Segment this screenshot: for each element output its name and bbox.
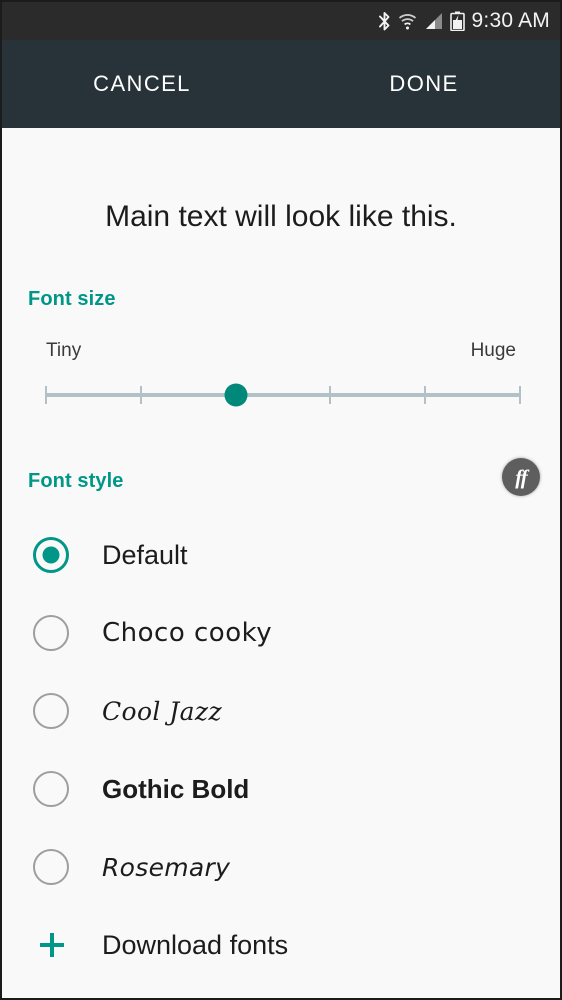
wifi-icon (398, 13, 416, 29)
flipfont-badge-label: ff (515, 464, 528, 489)
done-button[interactable]: DONE (375, 61, 472, 107)
font-style-section-label: Font style (28, 470, 124, 492)
status-bar: 9:30 AM (2, 2, 560, 40)
font-option-row[interactable]: Cool Jazz (2, 672, 560, 750)
plus-icon (40, 933, 64, 957)
slider-end-labels: Tiny Huge (46, 340, 516, 362)
cancel-button[interactable]: CANCEL (79, 61, 205, 107)
radio-button[interactable] (33, 849, 69, 885)
battery-icon (449, 11, 465, 31)
font-option-label: Gothic Bold (102, 773, 250, 804)
download-fonts-row[interactable]: Download fonts (2, 906, 560, 984)
settings-content: Main text will look like this. Font size… (2, 128, 560, 998)
phone-screen: 9:30 AM CANCEL DONE Main text will look … (0, 0, 562, 1000)
bluetooth-icon (378, 11, 389, 30)
status-bar-clock: 9:30 AM (471, 9, 550, 32)
font-size-section-label: Font size (28, 288, 116, 310)
radio-button-selected[interactable] (33, 537, 69, 573)
action-bar: CANCEL DONE (2, 40, 560, 128)
radio-button[interactable] (33, 615, 69, 651)
font-option-label: Default (102, 539, 188, 570)
status-icon-group (378, 11, 465, 32)
slider-thumb[interactable] (224, 383, 248, 407)
slider-tick (424, 386, 427, 404)
slider-track[interactable] (46, 393, 520, 397)
flipfont-badge-icon[interactable]: ff (502, 458, 540, 496)
font-option-label: Cool Jazz (102, 696, 223, 726)
slider-tick (329, 386, 332, 404)
slider-tick (45, 386, 47, 404)
slider-min-label: Tiny (46, 340, 82, 361)
slider-tick (519, 386, 521, 404)
font-size-slider[interactable] (45, 380, 521, 410)
font-option-label: Rosemary (102, 852, 231, 882)
download-fonts-label: Download fonts (102, 929, 289, 960)
slider-max-label: Huge (470, 340, 516, 361)
font-option-row[interactable]: Default (2, 516, 560, 594)
font-option-row[interactable]: Gothic Bold (2, 750, 560, 828)
radio-button[interactable] (33, 771, 69, 807)
font-option-label: Choco cooky (102, 618, 273, 648)
slider-tick (139, 386, 142, 404)
radio-button[interactable] (33, 693, 69, 729)
font-style-list: Default Choco cooky Cool Jazz Gothic Bold Ro… (2, 516, 560, 984)
font-option-row[interactable]: Choco cooky (2, 594, 560, 672)
font-option-row[interactable]: Rosemary (2, 828, 560, 906)
font-preview-text: Main text will look like this. (105, 200, 457, 233)
signal-icon (425, 13, 442, 29)
